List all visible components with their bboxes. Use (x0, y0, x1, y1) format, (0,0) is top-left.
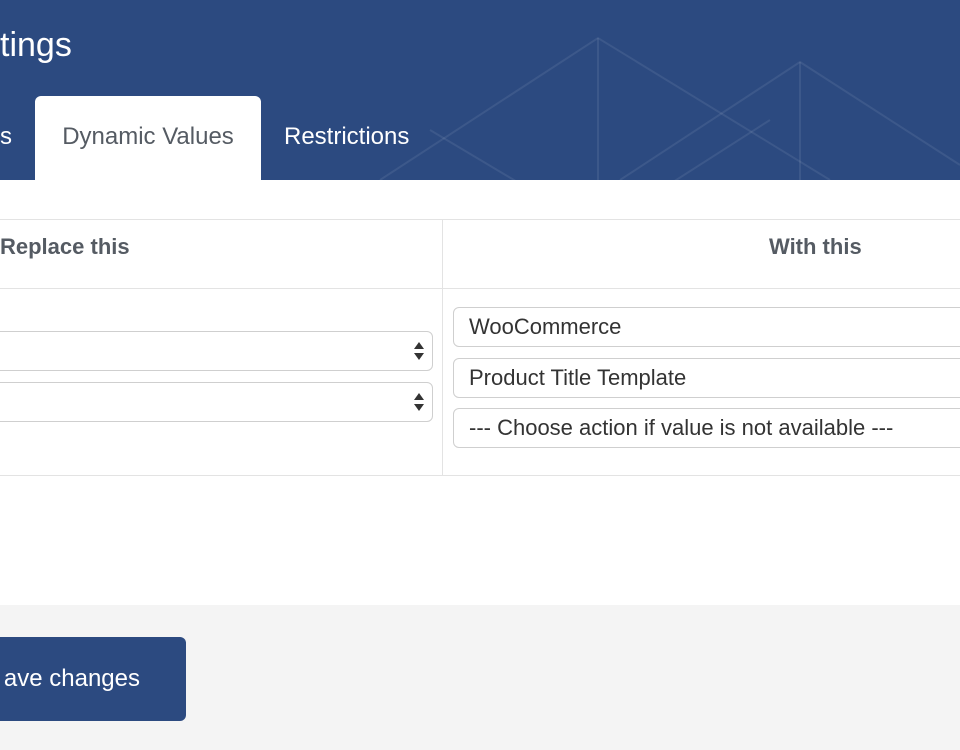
page-title: tings (0, 26, 72, 64)
tab-settings-partial[interactable]: s (0, 96, 12, 180)
template-select-value: Product Title Template (469, 365, 687, 390)
column-header-with: With this (769, 234, 862, 259)
source-select-value: WooCommerce (469, 314, 622, 339)
replace-select-2[interactable] (0, 382, 433, 422)
select-arrows-icon (414, 342, 424, 360)
table-bottom-border (0, 475, 960, 476)
fallback-action-select-value: --- Choose action if value is not availa… (469, 415, 894, 440)
table-top-border (0, 219, 960, 220)
column-header-replace: Replace this (0, 234, 130, 259)
tab-restrictions[interactable]: Restrictions (284, 96, 409, 180)
fallback-action-select[interactable]: --- Choose action if value is not availa… (453, 408, 960, 448)
source-select[interactable]: WooCommerce (453, 307, 960, 347)
tab-dynamic-values[interactable]: Dynamic Values (35, 96, 261, 180)
select-arrows-icon (414, 393, 424, 411)
dynamic-values-panel: Replace this With this WooCommerce Produ… (0, 180, 960, 605)
template-select[interactable]: Product Title Template (453, 358, 960, 398)
table-header-border (0, 288, 960, 289)
replace-select-1[interactable] (0, 331, 433, 371)
settings-header: tings s Dynamic Values Restrictions (0, 0, 960, 180)
save-changes-button[interactable]: ave changes (0, 637, 186, 721)
column-divider (442, 219, 443, 476)
